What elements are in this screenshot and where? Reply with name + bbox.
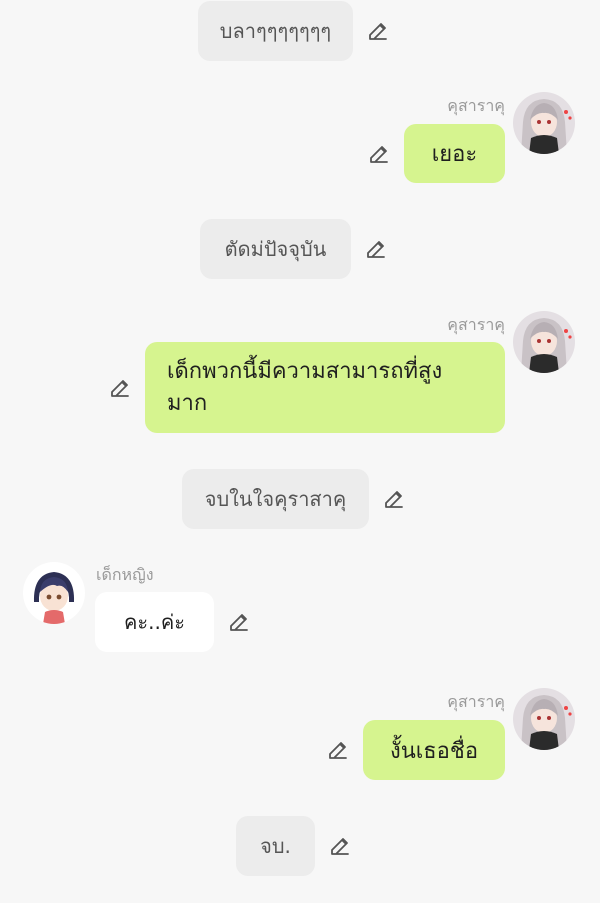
pencil-edit-icon[interactable] [328, 834, 352, 858]
pencil-edit-icon[interactable] [108, 376, 132, 400]
pencil-edit-icon[interactable] [326, 738, 350, 762]
narration-bubble[interactable]: จบในใจคุราสาคุ [182, 469, 369, 529]
message-text: งั้นเธอชื่อ [389, 738, 479, 764]
pencil-edit-icon[interactable] [367, 142, 391, 166]
sender-name: คุสาราคุ [447, 692, 505, 711]
pencil-edit-icon[interactable] [382, 487, 406, 511]
message-text: เยอะ [431, 142, 478, 167]
sender-name: เด็กหญิง [96, 565, 154, 584]
message-bubble-right[interactable]: เด็กพวกนี้มีความสามารถที่สูงมาก [145, 342, 505, 433]
pencil-edit-icon[interactable] [364, 237, 388, 261]
avatar-gray-haired-girl[interactable] [513, 311, 575, 373]
message-bubble-right[interactable]: เยอะ [404, 124, 505, 183]
narration-text: จบในใจคุราสาคุ [204, 487, 347, 511]
narration-text: ตัดม่ปัจจุบัน [224, 237, 327, 261]
sender-name: คุสาราคุ [447, 315, 505, 334]
narration-text: จบ. [260, 834, 291, 858]
avatar-gray-haired-girl[interactable] [513, 92, 575, 154]
pencil-edit-icon[interactable] [366, 19, 390, 43]
message-text: คะ..ค่ะ [124, 610, 185, 634]
narration-bubble[interactable]: จบ. [236, 816, 315, 876]
narration-text: บลาๆๆๆๆๆๆๆ [219, 19, 332, 43]
sender-name: คุสาราคุ [447, 96, 505, 115]
narration-bubble[interactable]: บลาๆๆๆๆๆๆๆ [198, 1, 353, 61]
pencil-edit-icon[interactable] [227, 610, 251, 634]
narration-bubble[interactable]: ตัดม่ปัจจุบัน [200, 219, 351, 279]
avatar-dark-haired-girl[interactable] [23, 562, 85, 624]
message-text: เด็กพวกนี้มีความสามารถที่สูงมาก [167, 359, 443, 416]
avatar-gray-haired-girl[interactable] [513, 688, 575, 750]
message-bubble-right[interactable]: งั้นเธอชื่อ [363, 720, 505, 780]
message-bubble-left[interactable]: คะ..ค่ะ [95, 592, 214, 652]
